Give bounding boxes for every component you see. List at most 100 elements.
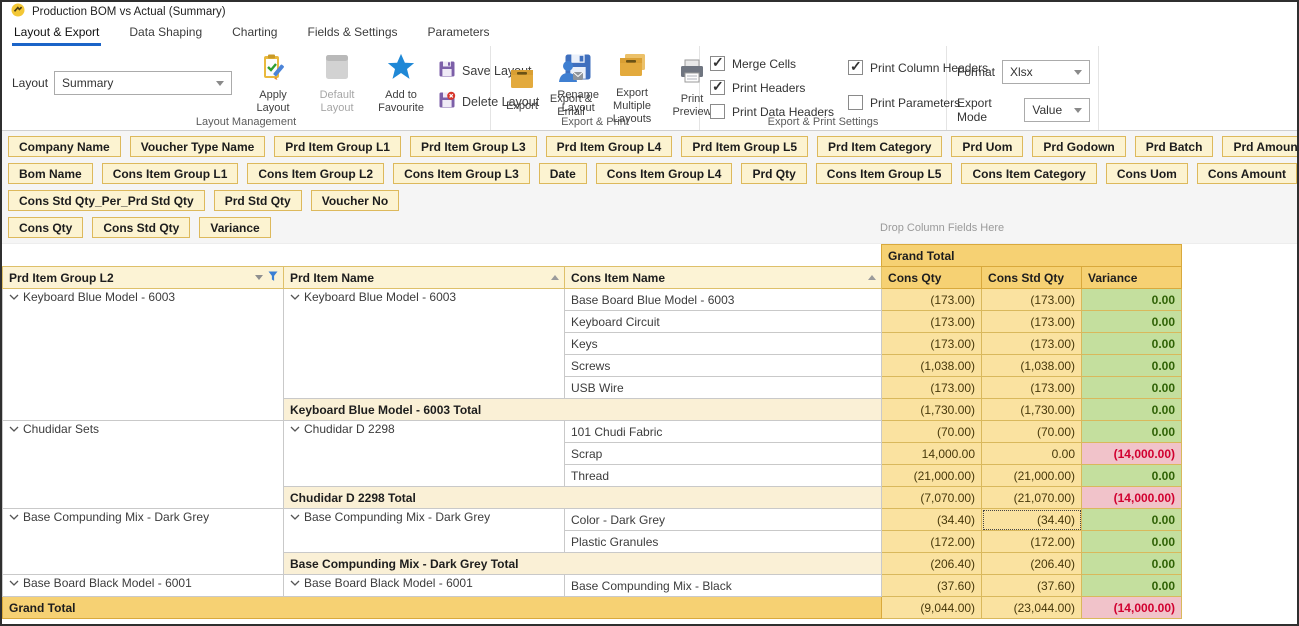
field-chip[interactable]: Voucher No bbox=[311, 190, 399, 211]
format-select[interactable]: Xlsx bbox=[1002, 60, 1090, 84]
sort-asc-icon[interactable] bbox=[551, 275, 559, 280]
variance-cell[interactable]: 0.00 bbox=[1082, 421, 1182, 443]
cons-item-cell[interactable]: Base Board Blue Model - 6003 bbox=[565, 289, 882, 311]
data-field-chip[interactable]: Variance bbox=[199, 217, 270, 238]
cons-item-cell[interactable]: Scrap bbox=[565, 443, 882, 465]
field-chip[interactable]: Prd Qty bbox=[741, 163, 806, 184]
apply-layout-button[interactable]: Apply Layout bbox=[246, 52, 300, 115]
field-chip[interactable]: Cons Item Group L4 bbox=[596, 163, 733, 184]
field-chip[interactable]: Cons Uom bbox=[1106, 163, 1188, 184]
variance-cell[interactable]: 0.00 bbox=[1082, 509, 1182, 531]
column-header-cons-std-qty[interactable]: Cons Std Qty bbox=[982, 267, 1082, 289]
value-cell-focused[interactable]: (34.40) bbox=[982, 509, 1082, 531]
field-chip[interactable]: Prd Item Group L1 bbox=[274, 136, 401, 157]
value-cell[interactable]: (21,000.00) bbox=[882, 465, 982, 487]
field-chip[interactable]: Cons Item Group L3 bbox=[393, 163, 530, 184]
field-chip[interactable]: Cons Item Group L2 bbox=[247, 163, 384, 184]
field-chip[interactable]: Prd Uom bbox=[951, 136, 1023, 157]
row-prd-cell[interactable]: Keyboard Blue Model - 6003 bbox=[284, 289, 565, 399]
value-cell[interactable]: (173.00) bbox=[982, 311, 1082, 333]
field-chip[interactable]: Prd Item Group L4 bbox=[546, 136, 673, 157]
field-chip[interactable]: Cons Item Category bbox=[961, 163, 1096, 184]
grand-total-label-cell[interactable]: Grand Total bbox=[3, 597, 882, 619]
field-chip[interactable]: Prd Batch bbox=[1135, 136, 1214, 157]
add-to-favourite-button[interactable]: Add to Favourite bbox=[374, 52, 428, 115]
variance-cell[interactable]: (14,000.00) bbox=[1082, 443, 1182, 465]
value-cell[interactable]: (1,038.00) bbox=[882, 355, 982, 377]
column-header-variance[interactable]: Variance bbox=[1082, 267, 1182, 289]
checkbox-icon[interactable] bbox=[848, 95, 863, 110]
column-header-prd-item-group-l2[interactable]: Prd Item Group L2 bbox=[3, 267, 284, 289]
value-cell[interactable]: (34.40) bbox=[882, 509, 982, 531]
value-cell[interactable]: (1,730.00) bbox=[882, 399, 982, 421]
value-cell[interactable]: (1,730.00) bbox=[982, 399, 1082, 421]
tab-charting[interactable]: Charting bbox=[230, 22, 279, 46]
field-chip[interactable]: Date bbox=[539, 163, 587, 184]
row-group-cell[interactable]: Base Board Black Model - 6001 bbox=[3, 575, 284, 597]
grand-total-column-header[interactable]: Grand Total bbox=[882, 245, 1182, 267]
variance-cell[interactable]: 0.00 bbox=[1082, 311, 1182, 333]
column-header-cons-item-name[interactable]: Cons Item Name bbox=[565, 267, 882, 289]
default-layout-button[interactable]: Default Layout bbox=[310, 52, 364, 115]
field-chip[interactable]: Prd Amount bbox=[1222, 136, 1299, 157]
variance-cell[interactable]: 0.00 bbox=[1082, 575, 1182, 597]
value-cell[interactable]: (21,000.00) bbox=[982, 465, 1082, 487]
row-group-cell[interactable]: Base Compunding Mix - Dark Grey bbox=[3, 509, 284, 575]
collapse-chevron-icon[interactable] bbox=[9, 422, 19, 436]
value-cell[interactable]: (37.60) bbox=[982, 575, 1082, 597]
field-chip[interactable]: Prd Std Qty bbox=[214, 190, 302, 211]
collapse-chevron-icon[interactable] bbox=[9, 290, 19, 304]
layout-select[interactable]: Summary bbox=[54, 71, 232, 95]
value-cell[interactable]: (172.00) bbox=[882, 531, 982, 553]
field-chip[interactable]: Cons Amount bbox=[1197, 163, 1297, 184]
cons-item-cell[interactable]: USB Wire bbox=[565, 377, 882, 399]
variance-cell[interactable]: 0.00 bbox=[1082, 531, 1182, 553]
export-email-button[interactable]: Export & Email bbox=[547, 58, 595, 119]
export-multiple-layouts-button[interactable]: Export Multiple Layouts bbox=[599, 52, 665, 126]
data-field-chip[interactable]: Cons Qty bbox=[8, 217, 83, 238]
value-cell[interactable]: (173.00) bbox=[882, 311, 982, 333]
value-cell[interactable]: (173.00) bbox=[882, 333, 982, 355]
row-prd-cell[interactable]: Base Board Black Model - 6001 bbox=[284, 575, 565, 597]
field-chip[interactable]: Cons Item Group L5 bbox=[816, 163, 953, 184]
collapse-chevron-icon[interactable] bbox=[290, 290, 300, 304]
variance-cell[interactable]: 0.00 bbox=[1082, 355, 1182, 377]
value-cell[interactable]: (37.60) bbox=[882, 575, 982, 597]
value-cell[interactable]: (173.00) bbox=[982, 377, 1082, 399]
collapse-chevron-icon[interactable] bbox=[290, 576, 300, 590]
row-prd-cell[interactable]: Base Compunding Mix - Dark Grey bbox=[284, 509, 565, 553]
filter-icon[interactable] bbox=[268, 271, 278, 285]
column-header-prd-item-name[interactable]: Prd Item Name bbox=[284, 267, 565, 289]
collapse-chevron-icon[interactable] bbox=[290, 510, 300, 524]
cons-item-cell[interactable]: Color - Dark Grey bbox=[565, 509, 882, 531]
field-chip[interactable]: Bom Name bbox=[8, 163, 93, 184]
tab-parameters[interactable]: Parameters bbox=[426, 22, 492, 46]
sort-asc-icon[interactable] bbox=[868, 275, 876, 280]
checkbox-icon[interactable] bbox=[710, 56, 725, 71]
field-chip[interactable]: Cons Std Qty_Per_Prd Std Qty bbox=[8, 190, 205, 211]
merge-cells-checkbox[interactable]: Merge Cells bbox=[710, 56, 834, 71]
print-headers-checkbox[interactable]: Print Headers bbox=[710, 80, 834, 95]
data-field-chip[interactable]: Cons Std Qty bbox=[92, 217, 190, 238]
value-cell[interactable]: (206.40) bbox=[882, 553, 982, 575]
tab-layout-export[interactable]: Layout & Export bbox=[12, 22, 101, 46]
value-cell[interactable]: (1,038.00) bbox=[982, 355, 1082, 377]
cons-item-cell[interactable]: Keyboard Circuit bbox=[565, 311, 882, 333]
cons-item-cell[interactable]: 101 Chudi Fabric bbox=[565, 421, 882, 443]
cons-item-cell[interactable]: Screws bbox=[565, 355, 882, 377]
field-chip[interactable]: Prd Item Category bbox=[817, 136, 942, 157]
field-chip[interactable]: Voucher Type Name bbox=[130, 136, 266, 157]
field-chip[interactable]: Prd Item Group L5 bbox=[681, 136, 808, 157]
variance-cell[interactable]: 0.00 bbox=[1082, 399, 1182, 421]
value-cell[interactable]: (21,070.00) bbox=[982, 487, 1082, 509]
variance-cell[interactable]: 0.00 bbox=[1082, 465, 1182, 487]
value-cell[interactable]: (9,044.00) bbox=[882, 597, 982, 619]
subtotal-label-cell[interactable]: Keyboard Blue Model - 6003 Total bbox=[284, 399, 882, 421]
collapse-chevron-icon[interactable] bbox=[9, 510, 19, 524]
column-header-cons-qty[interactable]: Cons Qty bbox=[882, 267, 982, 289]
value-cell[interactable]: (70.00) bbox=[882, 421, 982, 443]
value-cell[interactable]: (173.00) bbox=[882, 377, 982, 399]
cons-item-cell[interactable]: Keys bbox=[565, 333, 882, 355]
value-cell[interactable]: 14,000.00 bbox=[882, 443, 982, 465]
collapse-chevron-icon[interactable] bbox=[9, 576, 19, 590]
